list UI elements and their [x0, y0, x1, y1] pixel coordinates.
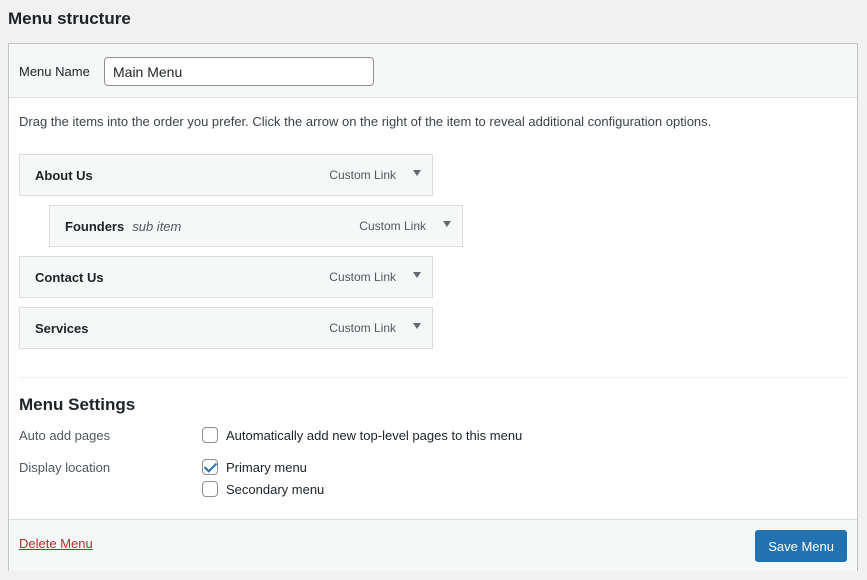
- menu-item-type: Custom Link: [329, 168, 396, 182]
- auto-add-pages-checkbox[interactable]: [202, 427, 218, 443]
- menu-item-title: Founders sub item: [65, 219, 182, 234]
- menu-item-type: Custom Link: [329, 321, 396, 335]
- arrow-down-icon[interactable]: [413, 272, 421, 278]
- arrow-down-icon[interactable]: [413, 323, 421, 329]
- display-location-label: Display location: [19, 460, 111, 475]
- menu-name-label: Menu Name: [19, 64, 90, 79]
- drag-instructions: Drag the items into the order you prefer…: [19, 114, 712, 129]
- menu-item-type: Custom Link: [329, 270, 396, 284]
- menu-item-founders[interactable]: Founders sub item Custom Link: [49, 205, 463, 247]
- secondary-menu-checkbox[interactable]: [202, 481, 218, 497]
- menu-name-input[interactable]: [104, 57, 374, 86]
- menu-item-services[interactable]: Services Custom Link: [19, 307, 433, 349]
- arrow-down-icon[interactable]: [443, 221, 451, 227]
- menu-footer: Delete Menu Save Menu: [9, 519, 857, 571]
- checkmark-icon: [203, 459, 218, 473]
- delete-menu-link[interactable]: Delete Menu: [19, 536, 93, 551]
- primary-menu-checkbox[interactable]: [202, 459, 218, 475]
- menu-item-about-us[interactable]: About Us Custom Link: [19, 154, 433, 196]
- auto-add-pages-label: Auto add pages: [19, 428, 111, 443]
- section-divider: [19, 377, 849, 378]
- sub-item-label: sub item: [132, 219, 182, 234]
- menu-item-title: Services: [35, 321, 89, 336]
- auto-add-pages-option-label[interactable]: Automatically add new top-level pages to…: [226, 428, 522, 443]
- page-title: Menu structure: [8, 9, 131, 28]
- secondary-menu-label[interactable]: Secondary menu: [226, 482, 324, 497]
- menu-item-type: Custom Link: [359, 219, 426, 233]
- menu-item-title: About Us: [35, 168, 93, 183]
- menu-item-contact-us[interactable]: Contact Us Custom Link: [19, 256, 433, 298]
- menu-settings-title: Menu Settings: [19, 395, 136, 414]
- save-menu-button[interactable]: Save Menu: [755, 530, 847, 562]
- menu-name-row: Menu Name: [9, 44, 857, 98]
- primary-menu-label[interactable]: Primary menu: [226, 460, 307, 475]
- menu-item-title: Contact Us: [35, 270, 104, 285]
- menu-edit-panel: Menu Name Drag the items into the order …: [8, 43, 858, 571]
- arrow-down-icon[interactable]: [413, 170, 421, 176]
